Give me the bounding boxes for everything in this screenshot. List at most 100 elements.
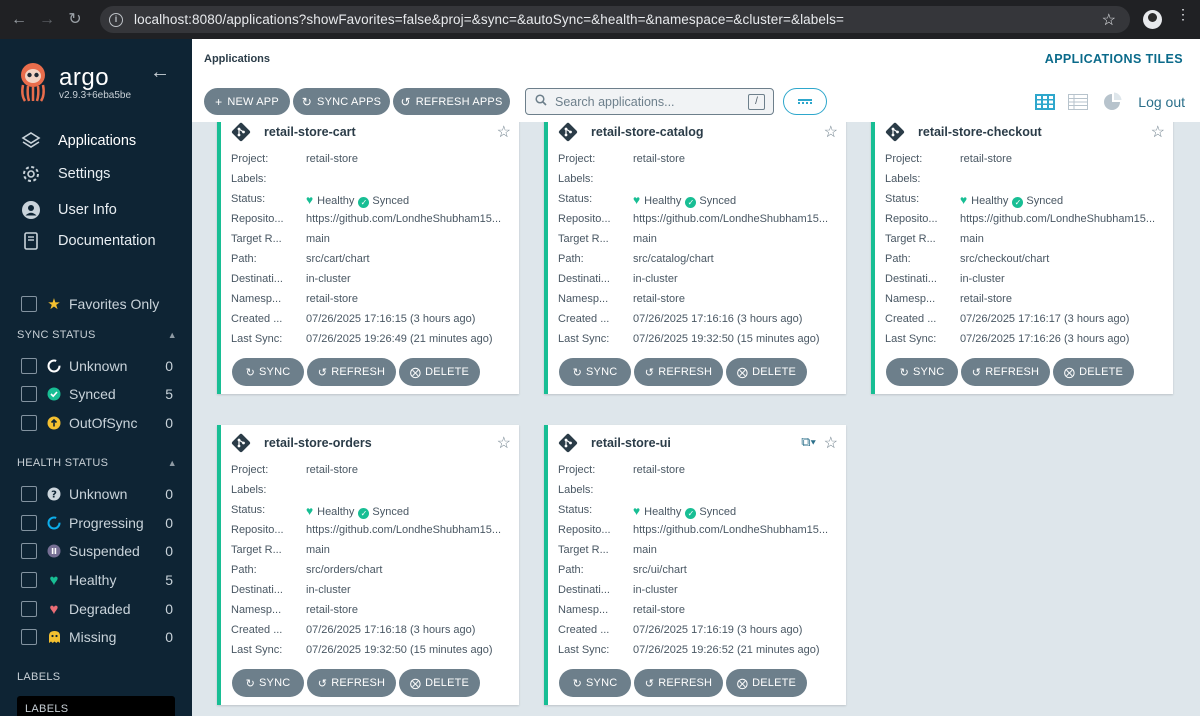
favorites-only-filter[interactable]: ★ Favorites Only xyxy=(21,294,173,314)
collapse-caret-icon[interactable]: ▲ xyxy=(168,330,177,340)
external-link-icon[interactable]: ⧉▾ xyxy=(801,434,816,450)
filter-count: 0 xyxy=(165,629,173,645)
filter-checkbox[interactable] xyxy=(21,601,37,617)
check-circle-icon: ✓ xyxy=(1012,197,1024,208)
row-value: main xyxy=(306,233,330,245)
row-key: Namesp... xyxy=(885,293,936,305)
forward-icon[interactable]: → xyxy=(38,11,56,29)
health-status: Healthy xyxy=(317,195,355,207)
favorite-star-icon[interactable]: ☆ xyxy=(824,122,838,142)
refresh-button[interactable]: ↺ REFRESH xyxy=(961,358,1050,386)
pie-chart-view-icon[interactable] xyxy=(1102,92,1124,112)
card-row-project: Project: retail-store xyxy=(885,153,1012,169)
filter-checkbox[interactable] xyxy=(21,629,37,645)
favorites-checkbox[interactable] xyxy=(21,296,37,312)
row-key: Reposito... xyxy=(558,213,611,225)
health-status-title[interactable]: HEALTH STATUS ▲ xyxy=(17,457,177,469)
logout-link[interactable]: Log out xyxy=(1138,94,1185,110)
search-icon xyxy=(535,94,547,109)
app-name[interactable]: retail-store-catalog xyxy=(591,125,704,139)
filter-health-progressing[interactable]: Progressing 0 xyxy=(21,513,173,533)
row-value: retail-store xyxy=(960,153,1012,165)
app-name[interactable]: retail-store-orders xyxy=(264,436,372,450)
sync-button[interactable]: ↻ SYNC xyxy=(559,358,631,386)
profile-avatar[interactable] xyxy=(1143,10,1162,29)
refresh-button[interactable]: ↺ REFRESH xyxy=(634,358,723,386)
search-input[interactable]: Search applications... / xyxy=(525,88,774,115)
collapse-caret-icon[interactable]: ▲ xyxy=(168,458,177,468)
filter-checkbox[interactable] xyxy=(21,543,37,559)
back-icon[interactable]: ← xyxy=(10,11,28,29)
refresh-button[interactable]: ↺ REFRESH xyxy=(307,669,396,697)
app-card[interactable]: retail-store-orders ☆ Project: retail-store… xyxy=(217,425,519,705)
filter-checkbox[interactable] xyxy=(21,358,37,374)
list-view-icon[interactable] xyxy=(1068,94,1088,110)
new-app-button[interactable]: + NEW APP xyxy=(204,88,290,115)
filter-checkbox[interactable] xyxy=(21,515,37,531)
labels-title[interactable]: LABELS xyxy=(17,671,177,683)
refresh-apps-button[interactable]: ↺ REFRESH APPS xyxy=(393,88,510,115)
favorite-star-icon[interactable]: ☆ xyxy=(497,122,511,142)
app-card[interactable]: retail-store-catalog ☆ Project: retail-stor… xyxy=(544,122,846,394)
url-text[interactable]: localhost:8080/applications?showFavorite… xyxy=(134,12,844,27)
filter-sync-outofsync[interactable]: OutOfSync 0 xyxy=(21,413,173,433)
breadcrumb[interactable]: Applications xyxy=(204,53,270,65)
filter-toggle-button[interactable] xyxy=(783,88,827,115)
circle-notch-icon xyxy=(47,359,61,373)
nav-user-info[interactable]: User Info xyxy=(20,198,117,222)
nav-documentation[interactable]: Documentation xyxy=(20,229,156,253)
favorite-star-icon[interactable]: ☆ xyxy=(824,433,838,453)
nav-applications[interactable]: Applications xyxy=(20,129,136,153)
site-info-icon[interactable]: i xyxy=(109,12,123,27)
row-key: Created ... xyxy=(558,313,610,325)
row-value: 07/26/2025 17:16:19 (3 hours ago) xyxy=(633,624,803,636)
sync-button[interactable]: ↻ SYNC xyxy=(559,669,631,697)
page-title: APPLICATIONS TILES xyxy=(1044,52,1183,66)
filter-sync-unknown[interactable]: Unknown 0 xyxy=(21,356,173,376)
sync-status-title[interactable]: SYNC STATUS ▲ xyxy=(17,329,177,341)
filter-checkbox[interactable] xyxy=(21,415,37,431)
filter-health-degraded[interactable]: ♥ Degraded 0 xyxy=(21,599,173,619)
app-name[interactable]: retail-store-checkout xyxy=(918,125,1042,139)
sync-apps-button[interactable]: ↻ SYNC APPS xyxy=(293,88,390,115)
filter-health-healthy[interactable]: ♥ Healthy 5 xyxy=(21,570,173,590)
favorite-star-icon[interactable]: ☆ xyxy=(1151,122,1165,142)
refresh-button[interactable]: ↺ REFRESH xyxy=(307,358,396,386)
filter-health-suspended[interactable]: Suspended 0 xyxy=(21,541,173,561)
delete-icon: ⨂ xyxy=(736,677,749,690)
filter-health-unknown[interactable]: ? Unknown 0 xyxy=(21,484,173,504)
browser-menu-icon[interactable]: ⋮ xyxy=(1176,7,1190,21)
bookmark-star-icon[interactable]: ☆ xyxy=(1102,10,1116,30)
heart-icon: ♥ xyxy=(306,504,314,518)
filter-checkbox[interactable] xyxy=(21,386,37,402)
address-bar[interactable]: i localhost:8080/applications?showFavori… xyxy=(100,6,1130,33)
app-card[interactable]: retail-store-checkout ☆ Project: retail-sto… xyxy=(871,122,1173,394)
app-name[interactable]: retail-store-ui xyxy=(591,436,671,450)
refresh-button[interactable]: ↺ REFRESH xyxy=(634,669,723,697)
tiles-view-icon[interactable] xyxy=(1035,94,1055,110)
delete-button[interactable]: ⨂ DELETE xyxy=(399,358,480,386)
row-key: Destinati... xyxy=(558,584,610,596)
sync-status: Synced xyxy=(372,195,410,207)
filter-health-missing[interactable]: Missing 0 xyxy=(21,627,173,647)
filter-sync-synced[interactable]: Synced 5 xyxy=(21,384,173,404)
sync-button[interactable]: ↻ SYNC xyxy=(232,669,304,697)
delete-icon: ⨂ xyxy=(409,677,422,690)
collapse-sidebar-icon[interactable]: ← xyxy=(150,61,170,84)
app-card[interactable]: retail-store-cart ☆ Project: retail-store La… xyxy=(217,122,519,394)
favorite-star-icon[interactable]: ☆ xyxy=(497,433,511,453)
delete-button[interactable]: ⨂ DELETE xyxy=(399,669,480,697)
app-name[interactable]: retail-store-cart xyxy=(264,125,356,139)
reload-icon[interactable]: ↻ xyxy=(66,11,84,29)
delete-button[interactable]: ⨂ DELETE xyxy=(726,669,807,697)
button-label: NEW APP xyxy=(227,95,279,108)
nav-settings[interactable]: Settings xyxy=(20,162,110,186)
app-card[interactable]: retail-store-ui ⧉▾ ☆ Project: retail-store La… xyxy=(544,425,846,705)
sync-button[interactable]: ↻ SYNC xyxy=(232,358,304,386)
delete-button[interactable]: ⨂ DELETE xyxy=(726,358,807,386)
filter-checkbox[interactable] xyxy=(21,572,37,588)
sync-button[interactable]: ↻ SYNC xyxy=(886,358,958,386)
labels-filter-input[interactable]: LABELS xyxy=(17,696,175,716)
delete-button[interactable]: ⨂ DELETE xyxy=(1053,358,1134,386)
filter-checkbox[interactable] xyxy=(21,486,37,502)
